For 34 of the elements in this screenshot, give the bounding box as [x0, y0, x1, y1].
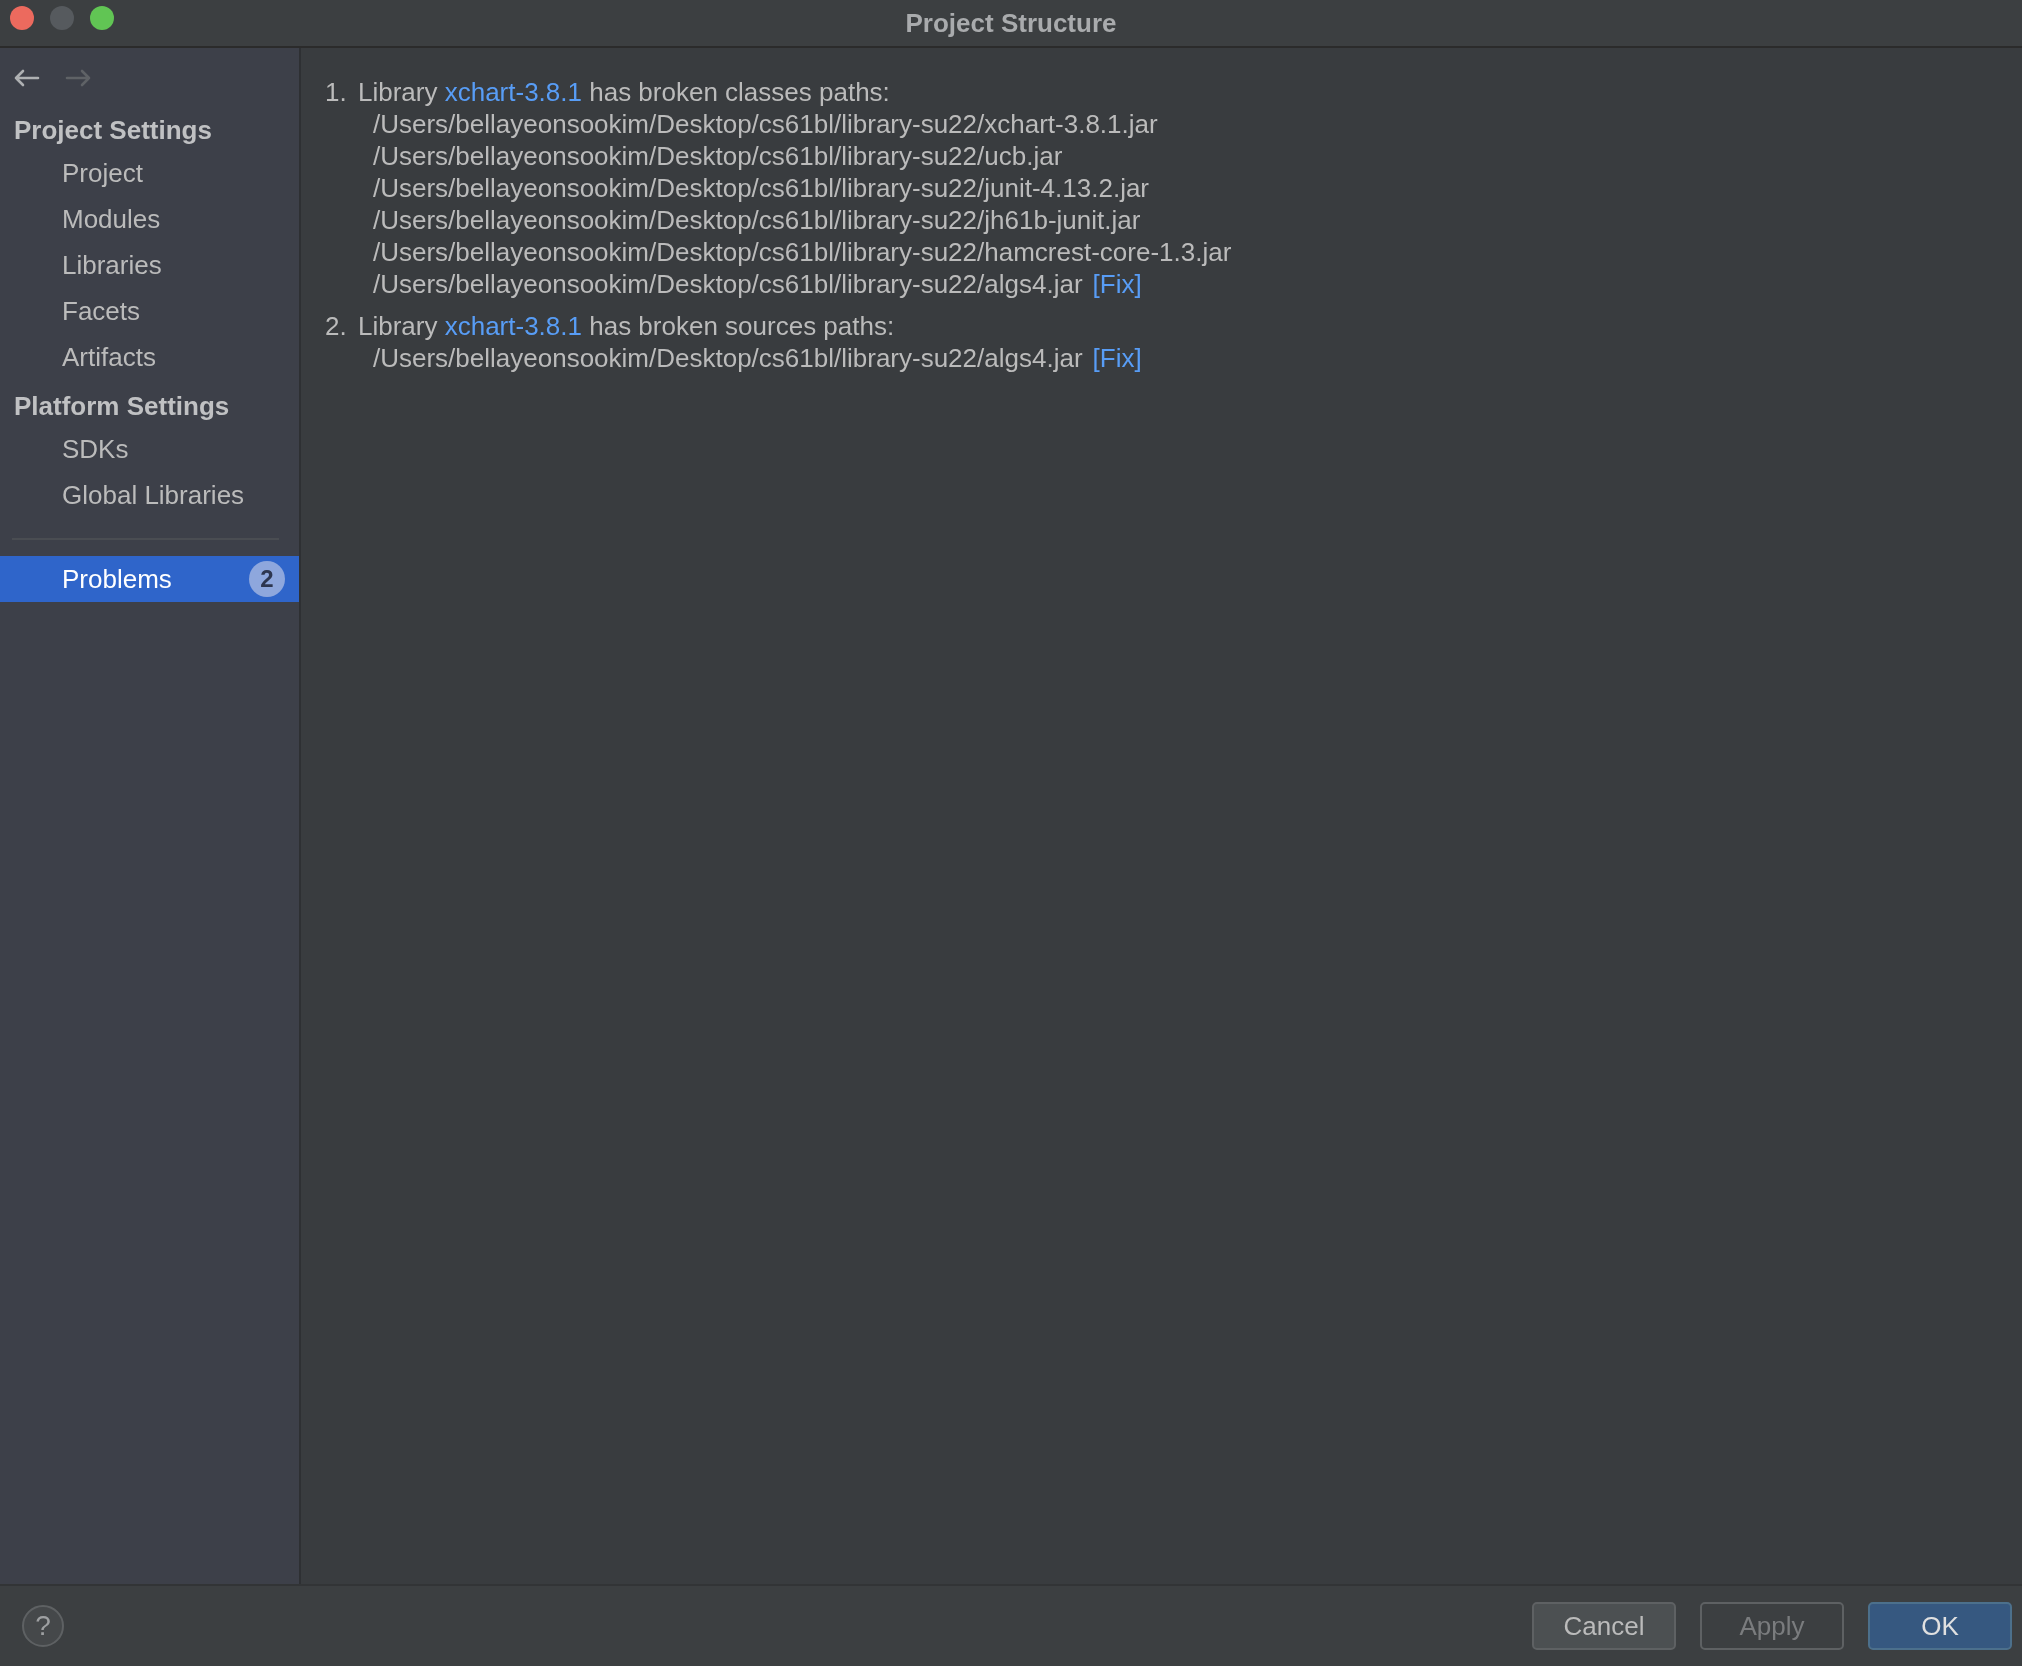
window-title: Project Structure [905, 7, 1117, 39]
sidebar-item[interactable]: SDKs [0, 426, 299, 472]
file-path: /Users/bellayeonsookim/Desktop/cs61bl/library-su22/algs4.jar [373, 342, 1083, 374]
help-button[interactable]: ? [22, 1605, 64, 1647]
file-path: /Users/bellayeonsookim/Desktop/cs61bl/library-su22/hamcrest-core-1.3.jar [373, 236, 1232, 268]
dialog-button[interactable]: OK [1868, 1602, 2012, 1650]
list-number: 1. [325, 76, 348, 108]
sidebar-item[interactable]: Modules [0, 196, 299, 242]
section-heading: Project Settings [13, 114, 213, 147]
sidebar-item[interactable]: Project [0, 150, 299, 196]
file-path: /Users/bellayeonsookim/Desktop/cs61bl/library-su22/jh61b-junit.jar [373, 204, 1141, 236]
dialog-button[interactable]: Cancel [1532, 1602, 1676, 1650]
fix-link[interactable]: [Fix] [1092, 268, 1142, 300]
sidebar-item[interactable]: Artifacts [0, 334, 299, 380]
file-path: /Users/bellayeonsookim/Desktop/cs61bl/library-su22/junit-4.13.2.jar [373, 172, 1150, 204]
back-arrow-icon[interactable] [12, 68, 40, 88]
zoom-button[interactable] [90, 6, 114, 30]
count-badge: 2 [249, 561, 285, 597]
item-label: Problems [62, 563, 173, 596]
sidebar-item[interactable]: Problems 2 [0, 556, 299, 602]
file-path: /Users/bellayeonsookim/Desktop/cs61bl/library-su22/algs4.jar [373, 268, 1083, 300]
close-button[interactable] [10, 6, 34, 30]
sidebar-item[interactable]: Libraries [0, 242, 299, 288]
sidebar-item[interactable]: Facets [0, 288, 299, 334]
problem-text: Library xchart-3.8.1 has broken sources paths: [358, 310, 895, 342]
sidebar-item[interactable]: Global Libraries [0, 472, 299, 518]
section-heading: Platform Settings [13, 390, 231, 423]
file-path: /Users/bellayeonsookim/Desktop/cs61bl/library-su22/xchart-3.8.1.jar [373, 108, 1158, 140]
file-path: /Users/bellayeonsookim/Desktop/cs61bl/library-su22/ucb.jar [373, 140, 1063, 172]
problem-text: Library xchart-3.8.1 has broken classes paths: [358, 76, 890, 108]
list-number: 2. [325, 310, 348, 342]
library-link[interactable]: xchart-3.8.1 [444, 77, 582, 107]
library-link[interactable]: xchart-3.8.1 [444, 311, 582, 341]
fix-link[interactable]: [Fix] [1092, 342, 1142, 374]
